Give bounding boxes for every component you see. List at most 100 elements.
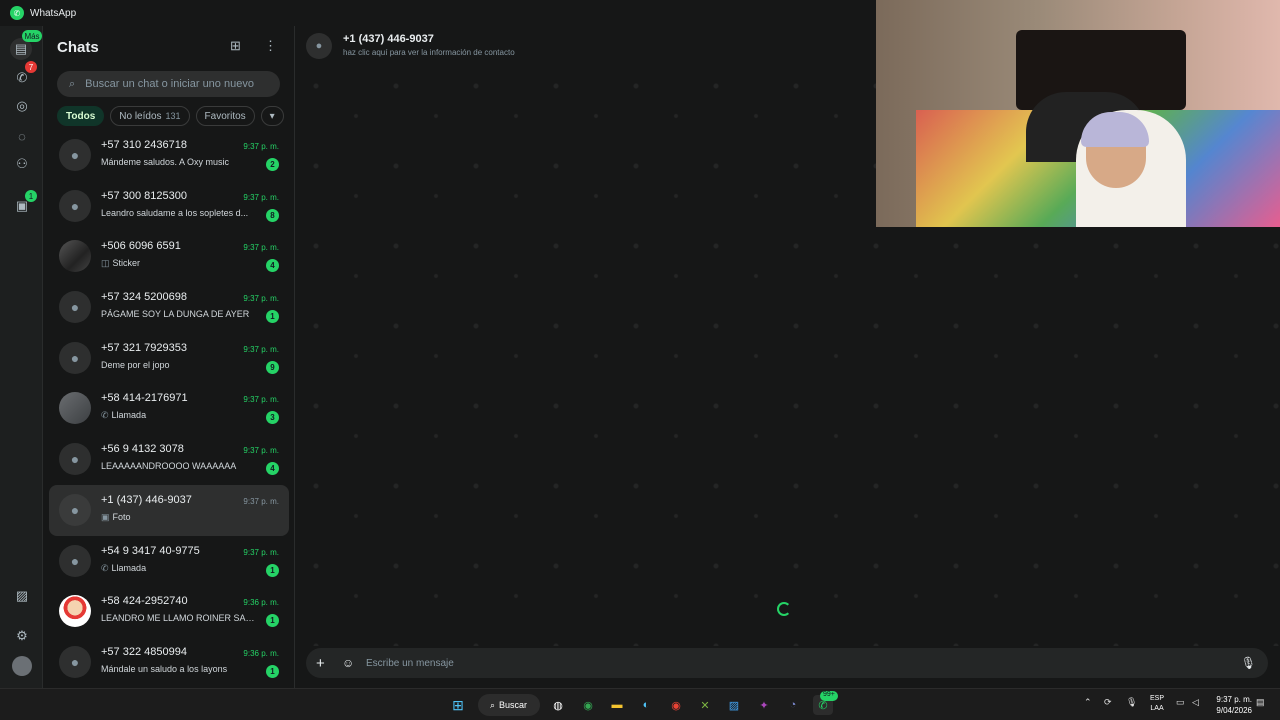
- list-item[interactable]: +58 424-2952740 9:36 p. m. LEANDRO ME LL…: [49, 586, 289, 637]
- search-input[interactable]: ⌕ Buscar un chat o iniciar uno nuevo: [57, 71, 280, 97]
- list-item[interactable]: ● +57 321 7929353 9:37 p. m. Deme por el…: [49, 333, 289, 384]
- search-icon: ⌕: [490, 699, 496, 710]
- list-item[interactable]: ● +57 300 8125300 9:37 p. m. Leandro sal…: [49, 181, 289, 232]
- chat-preview: Deme por el jopo: [101, 359, 170, 370]
- unread-badge: 1: [266, 310, 279, 324]
- phone-icon: ✆: [101, 410, 109, 421]
- network-icon[interactable]: ▭: [1176, 697, 1185, 708]
- emoji-icon[interactable]: ☺: [342, 656, 358, 670]
- sync-icon[interactable]: ⟳: [1104, 697, 1112, 708]
- chat-time: 9:36 p. m.: [243, 598, 279, 608]
- microphone-tray-icon[interactable]: 🎙: [1126, 697, 1137, 708]
- list-item[interactable]: ● +56 9 4132 3078 9:37 p. m. LEAAAAANDRO…: [49, 434, 289, 485]
- chrome-icon[interactable]: ◉: [666, 695, 686, 715]
- language-indicator[interactable]: ESP LAA: [1150, 694, 1164, 714]
- attach-plus-icon[interactable]: +: [316, 655, 332, 672]
- unread-badge: 4: [266, 259, 279, 273]
- status-nav-icon[interactable]: ◎: [12, 96, 32, 116]
- profile-avatar[interactable]: [12, 656, 32, 676]
- new-chat-icon[interactable]: ⊞: [230, 38, 241, 54]
- chat-preview: ◫ Sticker: [101, 258, 141, 269]
- windows-start-icon[interactable]: ⊞: [448, 695, 468, 715]
- sticker-icon: ◫: [101, 258, 110, 269]
- chat-time: 9:37 p. m.: [243, 243, 279, 253]
- chat-name: +57 300 8125300: [101, 189, 187, 202]
- xbox-icon[interactable]: ✕: [695, 695, 715, 715]
- unread-badge: 1: [266, 563, 279, 577]
- unread-badge: 8: [266, 208, 279, 222]
- contact-avatar[interactable]: ●: [306, 33, 332, 59]
- list-item[interactable]: ● +57 322 4850994 9:36 p. m. Mándale un …: [49, 637, 289, 688]
- chat-preview: PÁGAME SOY LA DUNGA DE AYER: [101, 309, 250, 320]
- unread-badge: 2: [266, 158, 279, 171]
- edge-icon[interactable]: ◐: [636, 695, 656, 715]
- list-item-selected[interactable]: ● +1 (437) 446-9037 9:37 p. m. ▣ Foto: [49, 484, 289, 536]
- chat-name: +506 6096 6591: [101, 240, 181, 253]
- channels-nav-icon[interactable]: ◌: [12, 126, 32, 146]
- chat-preview: LEAAAAANDROOOO WAAAAAA: [101, 461, 237, 472]
- avatar: [59, 240, 91, 273]
- avatar: ●: [59, 493, 91, 526]
- chat-time: 9:37 p. m.: [243, 142, 279, 151]
- discord-icon[interactable]: ◔: [783, 695, 803, 715]
- list-item[interactable]: +506 6096 6591 9:37 p. m. ◫ Sticker 4: [49, 231, 289, 282]
- search-icon: ⌕: [69, 77, 76, 90]
- notifications-icon[interactable]: ▤: [1256, 697, 1265, 708]
- chats-nav-badge: Más: [22, 30, 42, 42]
- chat-time: 9:37 p. m.: [243, 446, 279, 456]
- menu-dots-icon[interactable]: ⋮: [264, 38, 277, 54]
- photo-icon: ▣: [101, 511, 110, 522]
- taskbar-clock[interactable]: 9:37 p. m. 9/04/2026: [1216, 694, 1252, 716]
- avatar: [59, 595, 91, 628]
- chrome-profile-icon[interactable]: ◉: [578, 695, 598, 715]
- list-item[interactable]: ● +57 324 5200698 9:37 p. m. PÁGAME SOY …: [49, 282, 289, 333]
- chat-time: 9:37 p. m.: [243, 344, 279, 354]
- file-explorer-icon[interactable]: ▬: [607, 695, 627, 715]
- media-nav-icon[interactable]: ▨: [12, 586, 32, 606]
- list-item[interactable]: ● +54 9 3417 40-9775 9:37 p. m. ✆ Llamada…: [49, 536, 289, 587]
- microphone-icon[interactable]: 🎙: [1241, 656, 1256, 670]
- chat-preview: ✆ Llamada: [101, 562, 147, 573]
- whatsapp-taskbar-badge: 99+: [820, 691, 838, 701]
- chat-time: 9:37 p. m.: [243, 192, 279, 202]
- chat-time: 9:37 p. m.: [243, 547, 279, 557]
- avatar: ●: [59, 645, 91, 678]
- chat-name: +57 310 2436718: [101, 139, 187, 151]
- chat-time: 9:37 p. m.: [243, 496, 279, 506]
- nav-rail: ▤ Más ✆ 7 ◎ ◌ ⚇ ▣ 1 ▨ ⚙: [0, 26, 43, 688]
- photos-icon[interactable]: ▨: [724, 695, 744, 715]
- chat-preview: Mándeme saludos. A Oxy music: [101, 157, 230, 167]
- chat-time: 9:37 p. m.: [243, 395, 279, 405]
- clock-time: 9:37 p. m.: [1216, 695, 1252, 704]
- filter-more-dropdown[interactable]: ▾: [260, 106, 284, 126]
- communities-nav-icon[interactable]: ⚇: [12, 154, 32, 174]
- filter-no-leidos[interactable]: No leídos 131: [110, 106, 190, 126]
- search-placeholder: Buscar un chat o iniciar uno nuevo: [85, 78, 254, 90]
- whatsapp-logo-icon: ✆: [10, 6, 24, 20]
- avatar: ●: [59, 544, 91, 577]
- volume-icon[interactable]: ◁: [1192, 697, 1199, 708]
- tray-chevron-up-icon[interactable]: ⌃: [1084, 697, 1092, 708]
- filter-favoritos[interactable]: Favoritos: [195, 106, 255, 126]
- filter-todos[interactable]: Todos: [57, 106, 105, 126]
- taskbar: ⊞ ⌕ Buscar ◍ ◉ ▬ ◐ ◉ ✕ ▨ ✦ ◔ ✆ 99+ ⌃ ⟳ 🎙…: [0, 688, 1280, 720]
- avatar: ●: [59, 341, 91, 374]
- message-composer: + ☺ Escribe un mensaje 🎙: [306, 648, 1268, 678]
- contact-name[interactable]: +1 (437) 446-9037: [343, 33, 434, 45]
- widgets-icon[interactable]: ◍: [548, 695, 568, 715]
- settings-gear-icon[interactable]: ⚙: [12, 626, 32, 646]
- contact-subtitle[interactable]: haz clic aquí para ver la información de…: [343, 48, 515, 57]
- list-item[interactable]: +58 414-2176971 9:37 p. m. ✆ Llamada 3: [49, 383, 289, 434]
- unread-badge: 3: [266, 411, 279, 425]
- list-item[interactable]: ● +57 310 2436718 9:37 p. m. Mándeme sal…: [49, 130, 289, 181]
- phone-icon: ✆: [101, 562, 109, 573]
- filter-label: Favoritos: [204, 110, 246, 122]
- avatar: ●: [59, 189, 91, 222]
- chat-name: +1 (437) 446-9037: [101, 493, 192, 506]
- copilot-icon[interactable]: ✦: [754, 695, 774, 715]
- chat-name: +56 9 4132 3078: [101, 443, 184, 456]
- message-input[interactable]: Escribe un mensaje: [366, 658, 1241, 669]
- unread-badge: 1: [266, 664, 279, 678]
- taskbar-search[interactable]: ⌕ Buscar: [478, 694, 540, 716]
- chat-name: +54 9 3417 40-9775: [101, 544, 200, 557]
